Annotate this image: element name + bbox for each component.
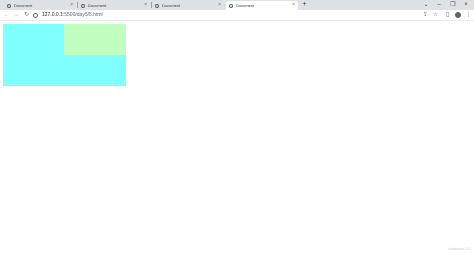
reload-icon[interactable]: ↻	[22, 10, 31, 21]
star-icon[interactable]: ☆	[431, 10, 440, 21]
new-tab-plus-icon[interactable]: +	[301, 1, 308, 9]
kebab-menu-icon[interactable]: ⋮	[464, 10, 473, 21]
globe-icon	[229, 3, 233, 8]
watermark: Interview 2.1	[448, 246, 471, 251]
tab-title: Document	[88, 3, 107, 8]
maximize-icon[interactable]: ❐	[447, 0, 459, 10]
tab-2[interactable]: Document ×	[78, 1, 150, 10]
close-icon[interactable]: ×	[218, 1, 221, 10]
side-panel-icon[interactable]: ▯	[443, 10, 452, 21]
close-icon[interactable]: ×	[292, 1, 295, 10]
tab-4-active[interactable]: Document ×	[226, 1, 298, 10]
tab-title: Document	[236, 3, 255, 8]
outer-box	[3, 24, 126, 86]
arrow-left-icon[interactable]: ←	[2, 10, 11, 21]
minimize-icon[interactable]: –	[433, 0, 445, 10]
tab-title: Document	[162, 3, 181, 8]
close-icon[interactable]: ×	[70, 1, 73, 10]
address-host: 127.0.0.1	[42, 12, 63, 18]
globe-icon	[7, 3, 11, 8]
share-icon[interactable]: ⇪	[421, 10, 430, 21]
info-icon[interactable]	[33, 13, 38, 18]
address-bar[interactable]: 127.0.0.1 :5500/day5/5.html	[33, 11, 443, 20]
page-viewport	[0, 22, 474, 253]
inner-box	[64, 24, 126, 55]
profile-icon[interactable]	[455, 12, 461, 18]
tab-strip: Document × Document × Document × Documen…	[0, 0, 474, 10]
browser-toolbar: ← → ↻ 127.0.0.1 :5500/day5/5.html ⇪ ☆ ▯ …	[0, 10, 474, 21]
close-window-icon[interactable]: ×	[460, 0, 472, 10]
tab-1[interactable]: Document ×	[4, 1, 76, 10]
tab-3[interactable]: Document ×	[152, 1, 224, 10]
tab-title: Document	[14, 3, 33, 8]
globe-icon	[81, 3, 85, 8]
globe-icon	[155, 3, 159, 8]
arrow-right-icon[interactable]: →	[12, 10, 21, 21]
address-path: :5500/day5/5.html	[62, 12, 103, 18]
chevron-down-icon[interactable]: ⌄	[420, 0, 432, 10]
close-icon[interactable]: ×	[144, 1, 147, 10]
